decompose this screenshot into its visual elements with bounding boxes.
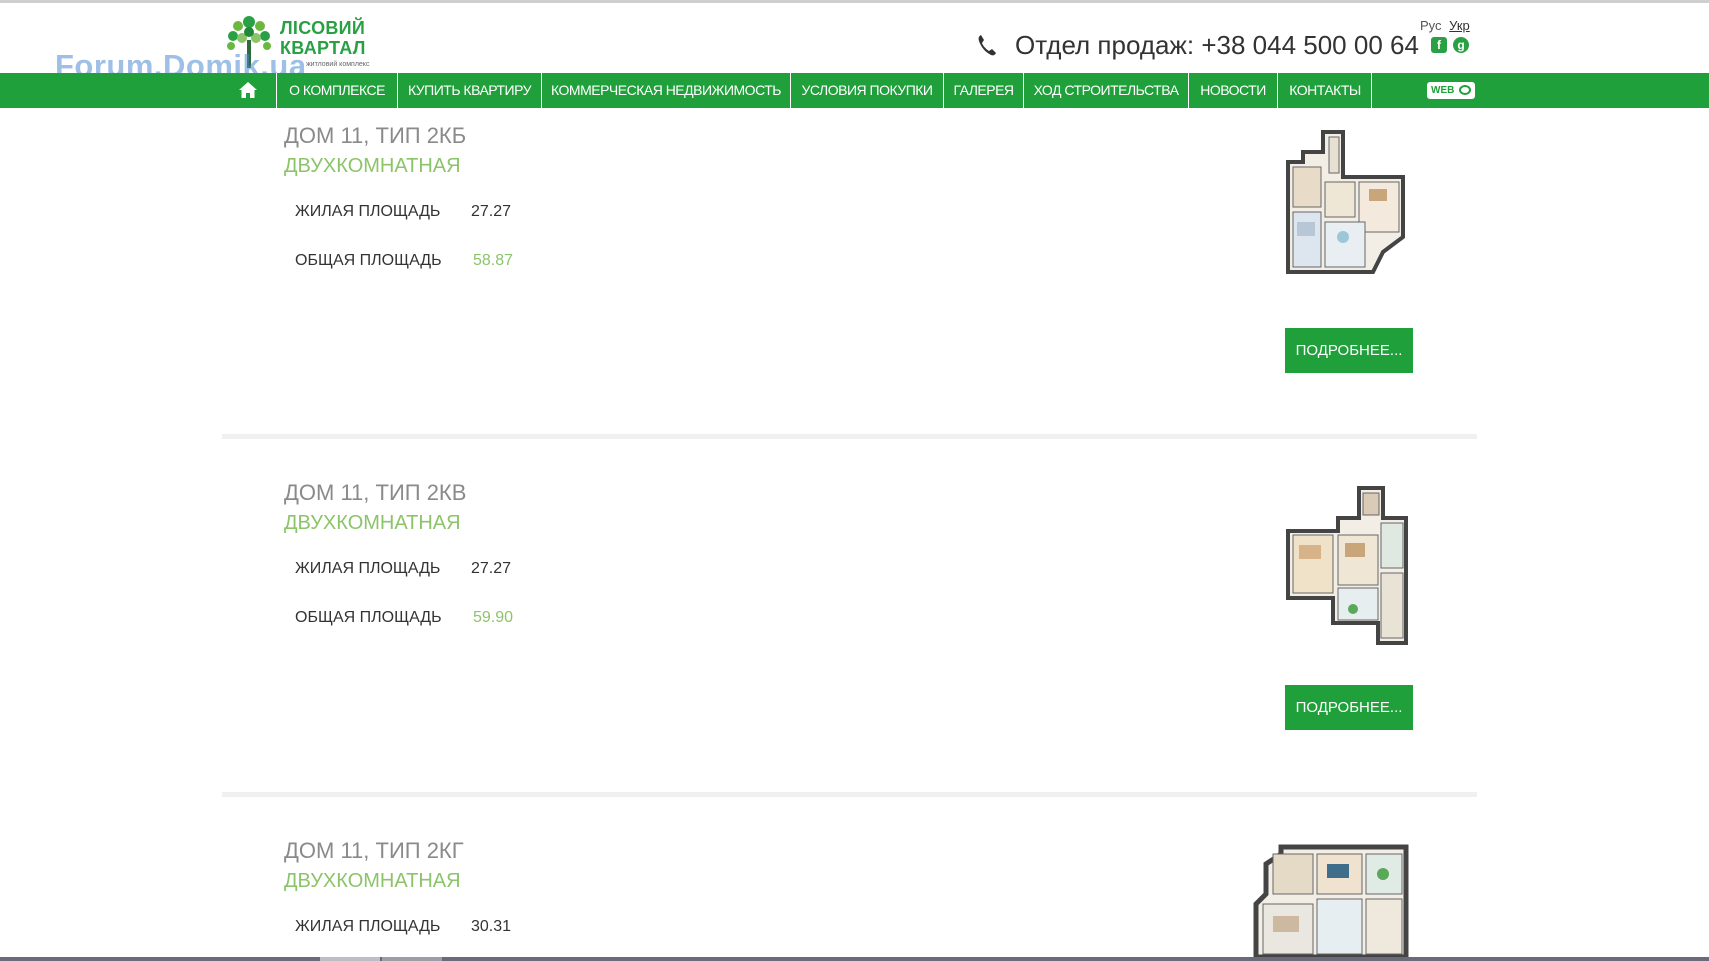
total-area-label: ОБЩАЯ ПЛОЩАДЬ	[295, 609, 442, 626]
bottom-tab[interactable]	[382, 957, 442, 961]
logo-line-1: ЛІСОВИЙ	[280, 18, 366, 38]
listing-divider	[222, 434, 1477, 439]
logo-subtitle: житловий комплекс	[306, 61, 370, 68]
language-switcher: Рус Укр	[1416, 18, 1470, 33]
nav-item-about[interactable]: О КОМПЛЕКСЕ	[276, 73, 397, 108]
facebook-icon[interactable]: f	[1431, 37, 1447, 53]
camera-icon	[1459, 85, 1471, 95]
nav-item-purchase-terms[interactable]: УСЛОВИЯ ПОКУПКИ	[790, 73, 943, 108]
living-area-value: 30.31	[471, 918, 512, 935]
floor-plan-image[interactable]	[1251, 844, 1409, 957]
nav-item-buy-apartment[interactable]: КУПИТЬ КВАРТИРУ	[397, 73, 541, 108]
floor-plan-image[interactable]	[1283, 127, 1408, 287]
lang-ru-link[interactable]: Рус	[1420, 18, 1442, 33]
nav-divider	[1371, 73, 1372, 108]
living-area-value: 27.27	[471, 560, 512, 577]
nav-item-commercial[interactable]: КОММЕРЧЕСКАЯ НЕДВИЖИМОСТЬ	[541, 73, 790, 108]
details-button[interactable]: ПОДРОБНЕЕ...	[1285, 328, 1413, 373]
webcam-icon[interactable]: WEB	[1427, 82, 1475, 99]
living-area-label: ЖИЛАЯ ПЛОЩАДЬ	[295, 918, 441, 935]
webcam-label: WEB	[1431, 85, 1455, 96]
listing-rooms: ДВУХКОМНАТНАЯ	[284, 512, 461, 534]
google-plus-icon[interactable]: g	[1453, 37, 1469, 53]
listing-title: ДОМ 11, ТИП 2КГ	[284, 838, 464, 863]
listing-title: ДОМ 11, ТИП 2КБ	[284, 123, 467, 148]
nav-item-gallery[interactable]: ГАЛЕРЕЯ	[943, 73, 1023, 108]
living-area-value: 27.27	[471, 203, 512, 220]
sales-phone[interactable]: Отдел продаж: +38 044 500 00 64	[1015, 30, 1419, 61]
listing-divider	[222, 792, 1477, 797]
floor-plan-image[interactable]	[1283, 483, 1408, 645]
listing-title: ДОМ 11, ТИП 2КВ	[284, 480, 467, 505]
top-border	[0, 0, 1709, 3]
bottom-tab[interactable]	[320, 957, 380, 961]
listing-rooms: ДВУХКОМНАТНАЯ	[284, 155, 461, 177]
nav-item-construction[interactable]: ХОД СТРОИТЕЛЬСТВА	[1023, 73, 1188, 108]
total-area-value: 59.90	[473, 609, 514, 626]
total-area-value: 58.87	[473, 252, 514, 269]
home-icon[interactable]	[238, 81, 258, 99]
living-area-label: ЖИЛАЯ ПЛОЩАДЬ	[295, 560, 441, 577]
bottom-scroll-bar	[0, 957, 1709, 961]
living-area-label: ЖИЛАЯ ПЛОЩАДЬ	[295, 203, 441, 220]
nav-item-news[interactable]: НОВОСТИ	[1188, 73, 1277, 108]
nav-item-contacts[interactable]: КОНТАКТЫ	[1277, 73, 1372, 108]
lang-ua-link[interactable]: Укр	[1449, 18, 1470, 33]
total-area-label: ОБЩАЯ ПЛОЩАДЬ	[295, 252, 442, 269]
phone-icon	[978, 35, 996, 56]
details-button[interactable]: ПОДРОБНЕЕ...	[1285, 685, 1413, 730]
main-nav: О КОМПЛЕКСЕ КУПИТЬ КВАРТИРУ КОММЕРЧЕСКАЯ…	[0, 73, 1709, 108]
listing-rooms: ДВУХКОМНАТНАЯ	[284, 870, 461, 892]
